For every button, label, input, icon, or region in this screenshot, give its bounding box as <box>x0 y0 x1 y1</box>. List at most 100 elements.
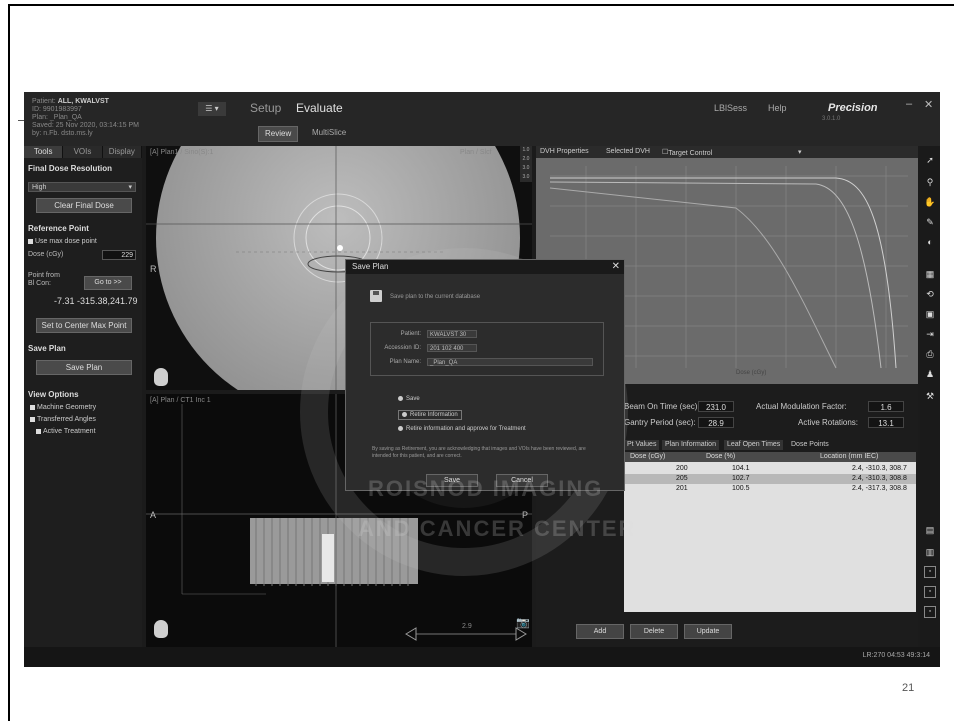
save-plan-heading: Save Plan <box>28 344 66 353</box>
watermark-line1: ROISNOD IMAGING <box>368 476 604 501</box>
tab-leaf-open-times[interactable]: Leaf Open Times <box>724 440 784 450</box>
minimize-button[interactable]: – <box>906 98 912 110</box>
status-bar: LR:270 04:53 49:3:14 <box>24 647 940 667</box>
save-radio[interactable]: Save <box>398 396 420 402</box>
set-to-center-button[interactable]: Set to Center Max Point <box>36 318 132 333</box>
plan-name-field[interactable]: _Plan_QA <box>427 358 593 366</box>
pointer-icon[interactable]: ➚ <box>924 154 936 166</box>
page-number: 21 <box>902 682 915 694</box>
patient-field-label: Patient: <box>400 331 421 337</box>
resolution-value: High <box>32 184 47 191</box>
zoom-icon[interactable]: ⚲ <box>924 176 936 188</box>
export-icon[interactable]: ⇥ <box>924 328 936 340</box>
dose-label: Dose (cGy) <box>28 251 64 258</box>
box-icon[interactable]: ▫ <box>924 586 936 598</box>
zoom-scale[interactable]: 1.0 2.0 3.0 3.0 <box>520 146 532 182</box>
table-row[interactable]: 201 100.5 2.4, -317.3, 308.8 <box>624 484 916 494</box>
zoom-mark: 3.0 <box>522 174 530 180</box>
update-button[interactable]: Update <box>684 624 732 639</box>
patient-name-label: Patient: <box>32 98 56 105</box>
print-icon[interactable]: ⎙ <box>924 348 936 360</box>
retire-information-radio[interactable]: Retire Information <box>398 410 462 421</box>
watermark-line2: AND CANCER CENTER <box>358 516 637 541</box>
tools-icon[interactable]: ⚒ <box>924 390 936 402</box>
table-cell: 100.5 <box>732 485 750 492</box>
patient-id: ID: 9901983997 <box>32 106 82 113</box>
disk-icon <box>370 290 382 302</box>
tab-dvh-properties[interactable]: DVH Properties <box>540 148 589 155</box>
table-row[interactable]: 200 104.1 2.4, -310.3, 308.7 <box>624 464 916 474</box>
tab-setup[interactable]: Setup <box>250 101 281 115</box>
add-button[interactable]: Add <box>576 624 624 639</box>
dvh-tabs: DVH Properties Selected DVH ☐ Target Con… <box>536 146 918 158</box>
transferred-angles-checkbox[interactable]: Transferred Angles <box>30 416 96 423</box>
goto-button[interactable]: Go to >> <box>84 276 132 290</box>
subtab-review[interactable]: Review <box>258 126 299 142</box>
clear-final-dose-button[interactable]: Clear Final Dose <box>36 198 132 213</box>
point-from-label: Point from <box>28 272 60 279</box>
target-control-checkbox[interactable]: ☐ Target Control <box>662 148 712 157</box>
save-icon[interactable]: ▣ <box>924 308 936 320</box>
head-orientation-icon <box>154 620 168 638</box>
tab-vois[interactable]: VOIs <box>63 146 103 158</box>
save-plan-dialog: Save Plan ✕ Save plan to the current dat… <box>345 259 625 491</box>
close-icon[interactable]: ✕ <box>612 261 620 272</box>
measure-icon[interactable]: ✎ <box>924 216 936 228</box>
brand-logo: Precision <box>828 102 878 114</box>
use-max-dose-checkbox[interactable]: Use max dose point <box>28 238 97 245</box>
tab-evaluate[interactable]: Evaluate <box>296 101 343 115</box>
point-coordinates: -7.31 -315.38,241.79 <box>54 296 138 306</box>
retire-approve-radio[interactable]: Retire information and approve for Treat… <box>398 426 526 432</box>
table-cell: 2.4, -317.3, 308.8 <box>852 485 907 492</box>
user-menu[interactable]: LBlSess <box>714 103 747 113</box>
menu-icon[interactable]: ☰ ▾ <box>198 102 226 116</box>
window-level-icon[interactable]: ◐ <box>924 236 936 248</box>
active-treatment-checkbox[interactable]: Active Treatment <box>36 428 96 435</box>
table-cell: 201 <box>676 485 688 492</box>
tab-display[interactable]: Display <box>102 146 142 158</box>
accession-field[interactable]: 201 102 400 <box>427 344 477 352</box>
help-menu[interactable]: Help <box>768 103 787 113</box>
subtab-multislice[interactable]: MultiSlice <box>306 126 352 140</box>
camera-icon[interactable]: 📷 <box>516 616 530 629</box>
table-cell: 205 <box>676 475 688 482</box>
patient-plan: Plan: _Plan_QA <box>32 114 82 121</box>
patient-name: ALL, KWALVST <box>57 98 109 105</box>
mod-factor-label: Actual Modulation Factor: <box>756 402 847 411</box>
resolution-select[interactable]: High ▾ <box>28 182 136 192</box>
patient-saved-by: by: n.Fb. dsto.ms.ly <box>32 130 93 137</box>
dialog-title: Save Plan <box>346 260 624 274</box>
table-cell: 102.7 <box>732 475 750 482</box>
box-icon[interactable]: ▫ <box>924 606 936 618</box>
table-row[interactable]: 205 102.7 2.4, -310.3, 308.8 <box>624 474 916 484</box>
zoom-mark: 1.0 <box>522 147 530 153</box>
reset-icon[interactable]: ⟲ <box>924 288 936 300</box>
zoom-mark: 3.0 <box>522 165 530 171</box>
tab-selected-dvh[interactable]: Selected DVH <box>606 148 650 155</box>
patient-field[interactable]: KWALVST 30 <box>427 330 477 338</box>
patient-info: Patient: ALL, KWALVST ID: 9901983997 Pla… <box>32 98 139 138</box>
dose-field[interactable]: 229 <box>102 250 136 260</box>
reference-point-heading: Reference Point <box>28 224 89 233</box>
tab-tools[interactable]: Tools <box>24 146 64 158</box>
tab-dose-points[interactable]: Dose Points <box>788 440 832 450</box>
tab-plan-information[interactable]: Plan Information <box>662 440 719 450</box>
close-window-button[interactable]: ✕ <box>924 98 933 111</box>
save-plan-button[interactable]: Save Plan <box>36 360 132 375</box>
report-icon[interactable]: ▥ <box>924 546 936 558</box>
box-icon[interactable]: ▫ <box>924 566 936 578</box>
pan-icon[interactable]: ✋ <box>924 196 936 208</box>
table-cell: 2.4, -310.3, 308.7 <box>852 465 907 472</box>
top-bar: Patient: ALL, KWALVST ID: 9901983997 Pla… <box>24 92 940 146</box>
delete-button[interactable]: Delete <box>630 624 678 639</box>
coronal-view-label: [A] Plan / CT1 Inc 1 <box>150 397 211 404</box>
dvh-dropdown-icon[interactable]: ▾ <box>798 148 802 156</box>
machine-geometry-checkbox[interactable]: Machine Geometry <box>30 404 96 411</box>
document-icon[interactable]: ▤ <box>924 524 936 536</box>
column-header: Location (mm IEC) <box>820 453 879 460</box>
person-icon[interactable]: ♟ <box>924 368 936 380</box>
plan-fields-group: Patient: KWALVST 30 Accession ID: 201 10… <box>370 322 604 376</box>
point-from-sub: Bl Con: <box>28 280 51 287</box>
layout-icon[interactable]: ▦ <box>924 268 936 280</box>
orientation-a: A <box>150 510 157 520</box>
